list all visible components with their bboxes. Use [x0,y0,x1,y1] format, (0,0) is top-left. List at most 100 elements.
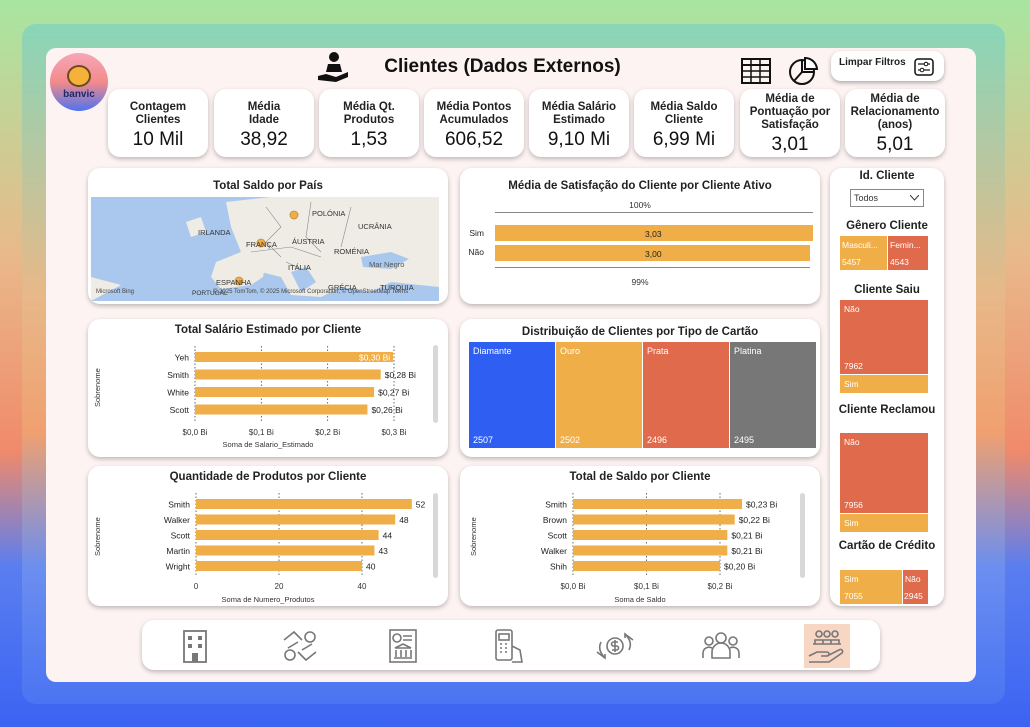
complained-nao-tile[interactable]: Não 7956 [840,433,928,513]
left-sim-tile[interactable]: Sim [840,375,928,393]
table-icon[interactable] [740,56,772,86]
scrollbar[interactable] [800,493,805,578]
data-label: 40 [366,562,376,572]
treemap-name: Diamante [473,346,512,356]
kpi-avg-products: Média Qt. Produtos 1,53 [319,89,419,157]
card-payment-icon[interactable] [485,624,531,668]
bar[interactable] [196,545,375,556]
tile-name: Sim [844,379,859,389]
left-nao-tile[interactable]: Não 7962 [840,300,928,374]
category-label: Walker [541,546,567,556]
treemap-prata[interactable]: Prata 2496 [643,342,729,448]
client-id-dropdown[interactable]: Todos [850,189,924,207]
data-label: $0,30 Bi [359,353,390,363]
kpi-avg-points: Média Pontos Acumulados 606,52 [424,89,524,157]
x-tick-label: 40 [358,582,367,591]
category-label: Martin [166,546,190,556]
scrollbar[interactable] [433,493,438,578]
tile-name: Sim [844,518,859,528]
bar[interactable] [196,499,412,509]
data-label: 48 [399,515,409,525]
kpi-avg-relationship: Média de Relacionamento (anos) 5,01 [845,89,945,157]
clients-hand-icon[interactable] [804,624,850,668]
scrollbar[interactable] [433,345,438,423]
kpi-label: Média Salário Estimado [541,101,617,126]
bank-document-icon[interactable] [380,624,426,668]
bar-value: 3,03 [645,229,662,239]
bar[interactable] [195,404,368,415]
kpi-value: 1,53 [350,129,388,150]
banvic-logo: banvic [50,53,108,111]
data-label: $0,27 Bi [378,388,409,398]
bar[interactable] [195,387,375,397]
treemap-ouro[interactable]: Ouro 2502 [556,342,642,448]
map-label: POLÓNIA [312,209,346,218]
x-tick-label: $0,1 Bi [249,428,274,437]
building-icon[interactable] [172,624,218,668]
category-label: Brown [543,515,567,525]
products-card: Quantidade de Produtos por Cliente Sobre… [88,466,448,606]
category-label: Smith [167,370,189,380]
kpi-label: Contagem Clientes [129,101,187,126]
clear-filters-button[interactable]: Limpar Filtros [831,51,944,81]
kpi-value: 3,01 [771,134,809,155]
category-label: Não [468,247,484,257]
bing-brand: Microsoft Bing [96,289,135,295]
client-hand-icon [318,52,348,82]
treemap-value: 2507 [473,435,494,445]
bar[interactable] [573,561,720,571]
map-card: Total Saldo por País IRLANDA POLÓNIA UCR… [88,168,448,304]
exchange-money-icon[interactable] [277,624,323,668]
credit-nao-tile[interactable]: Não 2945 [903,570,928,604]
x-axis-label: Soma de Salario_Estimado [222,440,314,449]
bar[interactable] [196,561,362,571]
complained-sim-tile[interactable]: Sim [840,514,928,532]
gender-female-tile[interactable]: Femin... 4543 [888,236,928,270]
kpi-avg-salary: Média Salário Estimado 9,10 Mi [529,89,629,157]
data-label: $0,21 Bi [731,531,762,541]
filter-title-credit: Cartão de Crédito [838,540,936,552]
x-tick-label: 20 [275,582,284,591]
x-tick-label: $0,1 Bi [634,582,659,591]
bar[interactable] [573,545,728,556]
x-tick-label: $0,2 Bi [708,582,733,591]
data-label: $0,21 Bi [731,546,762,556]
kpi-value: 606,52 [444,129,504,150]
bottom-percent-label: 99% [631,277,649,287]
bar[interactable] [573,514,735,525]
logo-mascot-icon [67,64,91,87]
bar[interactable] [196,530,379,540]
tile-name: Femin... [890,240,921,250]
category-label: Walker [164,515,190,525]
data-label: $0,23 Bi [746,500,777,510]
bar[interactable] [573,530,728,540]
tile-value: 7956 [844,500,863,510]
kpi-avg-satisfaction: Média de Pontuação por Satisfação 3,01 [740,89,840,157]
pie-chart-icon[interactable] [787,56,819,86]
treemap-name: Platina [734,346,762,356]
dollar-transfer-icon[interactable] [592,624,638,668]
treemap-platina[interactable]: Platina 2495 [730,342,816,448]
data-label: 43 [378,546,388,556]
bar[interactable] [195,369,381,380]
treemap-name: Prata [647,346,669,356]
category-label: Scott [170,405,190,415]
satisfaction-title: Média de Satisfação do Cliente por Clien… [508,180,772,192]
map-label: ESPANHA [216,278,252,287]
credit-sim-tile[interactable]: Sim 7055 [840,570,902,604]
category-label: Smith [168,500,190,510]
data-label: 52 [416,500,426,510]
clear-filters-label: Limpar Filtros [839,57,906,68]
treemap-diamante[interactable]: Diamante 2507 [469,342,555,448]
salary-card: Total Salário Estimado por Cliente Sobre… [88,319,448,457]
bar[interactable] [573,499,743,509]
bar[interactable] [196,514,396,525]
treemap-value: 2496 [647,435,668,445]
kpi-label: Média Idade [247,101,281,126]
map-label: ÁUSTRIA [292,237,325,246]
bottom-reference-line [495,267,810,268]
group-icon[interactable] [698,624,744,668]
treemap-value: 2495 [734,435,755,445]
gender-male-tile[interactable]: Masculi... 5457 [840,236,887,270]
top-reference-line [495,212,813,213]
